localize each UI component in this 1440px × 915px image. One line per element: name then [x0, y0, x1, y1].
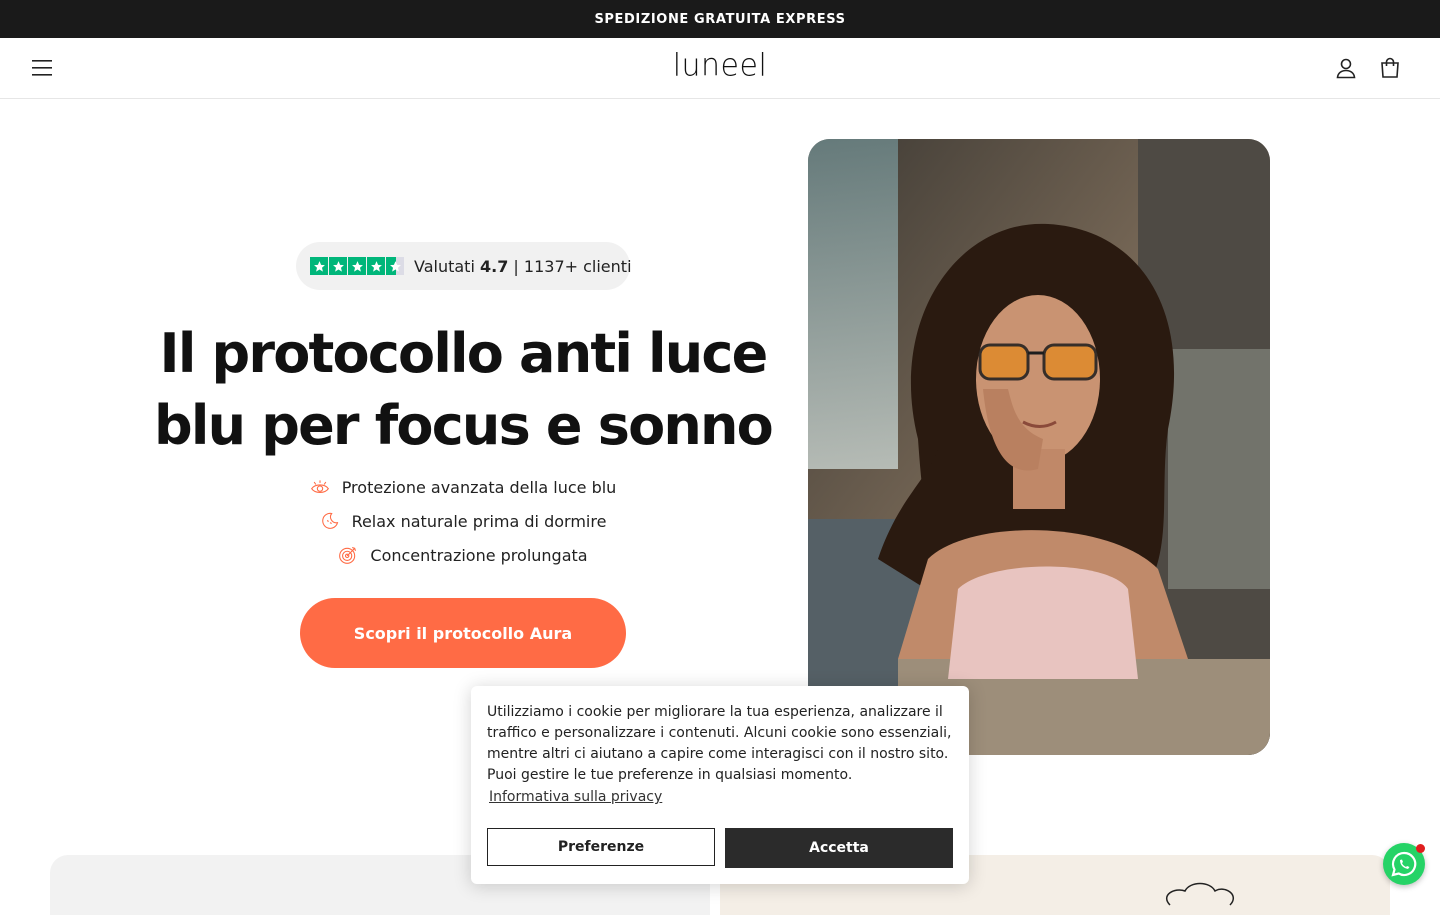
cookie-message: Utilizziamo i cookie per migliorare la t… — [487, 704, 952, 783]
target-icon — [339, 546, 357, 564]
trustpilot-stars-icon — [310, 257, 404, 275]
announcement-text: SPEDIZIONE GRATUITA EXPRESS — [594, 11, 846, 27]
site-header: luneel — [0, 38, 1440, 99]
feature-list: Protezione avanzata della luce blu Relax… — [140, 470, 786, 572]
moon-stars-icon — [321, 512, 338, 529]
cta-button[interactable]: Scopri il protocollo Aura — [300, 598, 626, 668]
hero-image — [808, 139, 1270, 755]
cart-icon[interactable] — [1378, 56, 1402, 80]
brand-logo[interactable]: luneel — [0, 47, 1440, 84]
rating-text: Valutati 4.7 | 1137+ clienti — [414, 256, 632, 276]
feature-item: Relax naturale prima di dormire — [140, 504, 786, 538]
accept-button[interactable]: Accetta — [725, 828, 953, 868]
privacy-link[interactable]: Informativa sulla privacy — [489, 789, 662, 805]
account-icon[interactable] — [1334, 56, 1358, 80]
feature-item: Protezione avanzata della luce blu — [140, 470, 786, 504]
eye-icon — [310, 480, 329, 493]
rating-count: 1137+ clienti — [523, 256, 632, 276]
rating-badge: Valutati 4.7 | 1137+ clienti — [296, 242, 632, 290]
cookie-banner: Utilizziamo i cookie per migliorare la t… — [471, 686, 969, 884]
rating-score: 4.7 — [479, 256, 509, 276]
announcement-bar: SPEDIZIONE GRATUITA EXPRESS — [0, 0, 1440, 38]
feature-item: Concentrazione prolungata — [140, 538, 786, 572]
notification-dot — [1416, 844, 1425, 853]
hero-title: Il protocollo anti luce blu per focus e … — [154, 322, 774, 457]
preferences-button[interactable]: Preferenze — [487, 828, 715, 866]
